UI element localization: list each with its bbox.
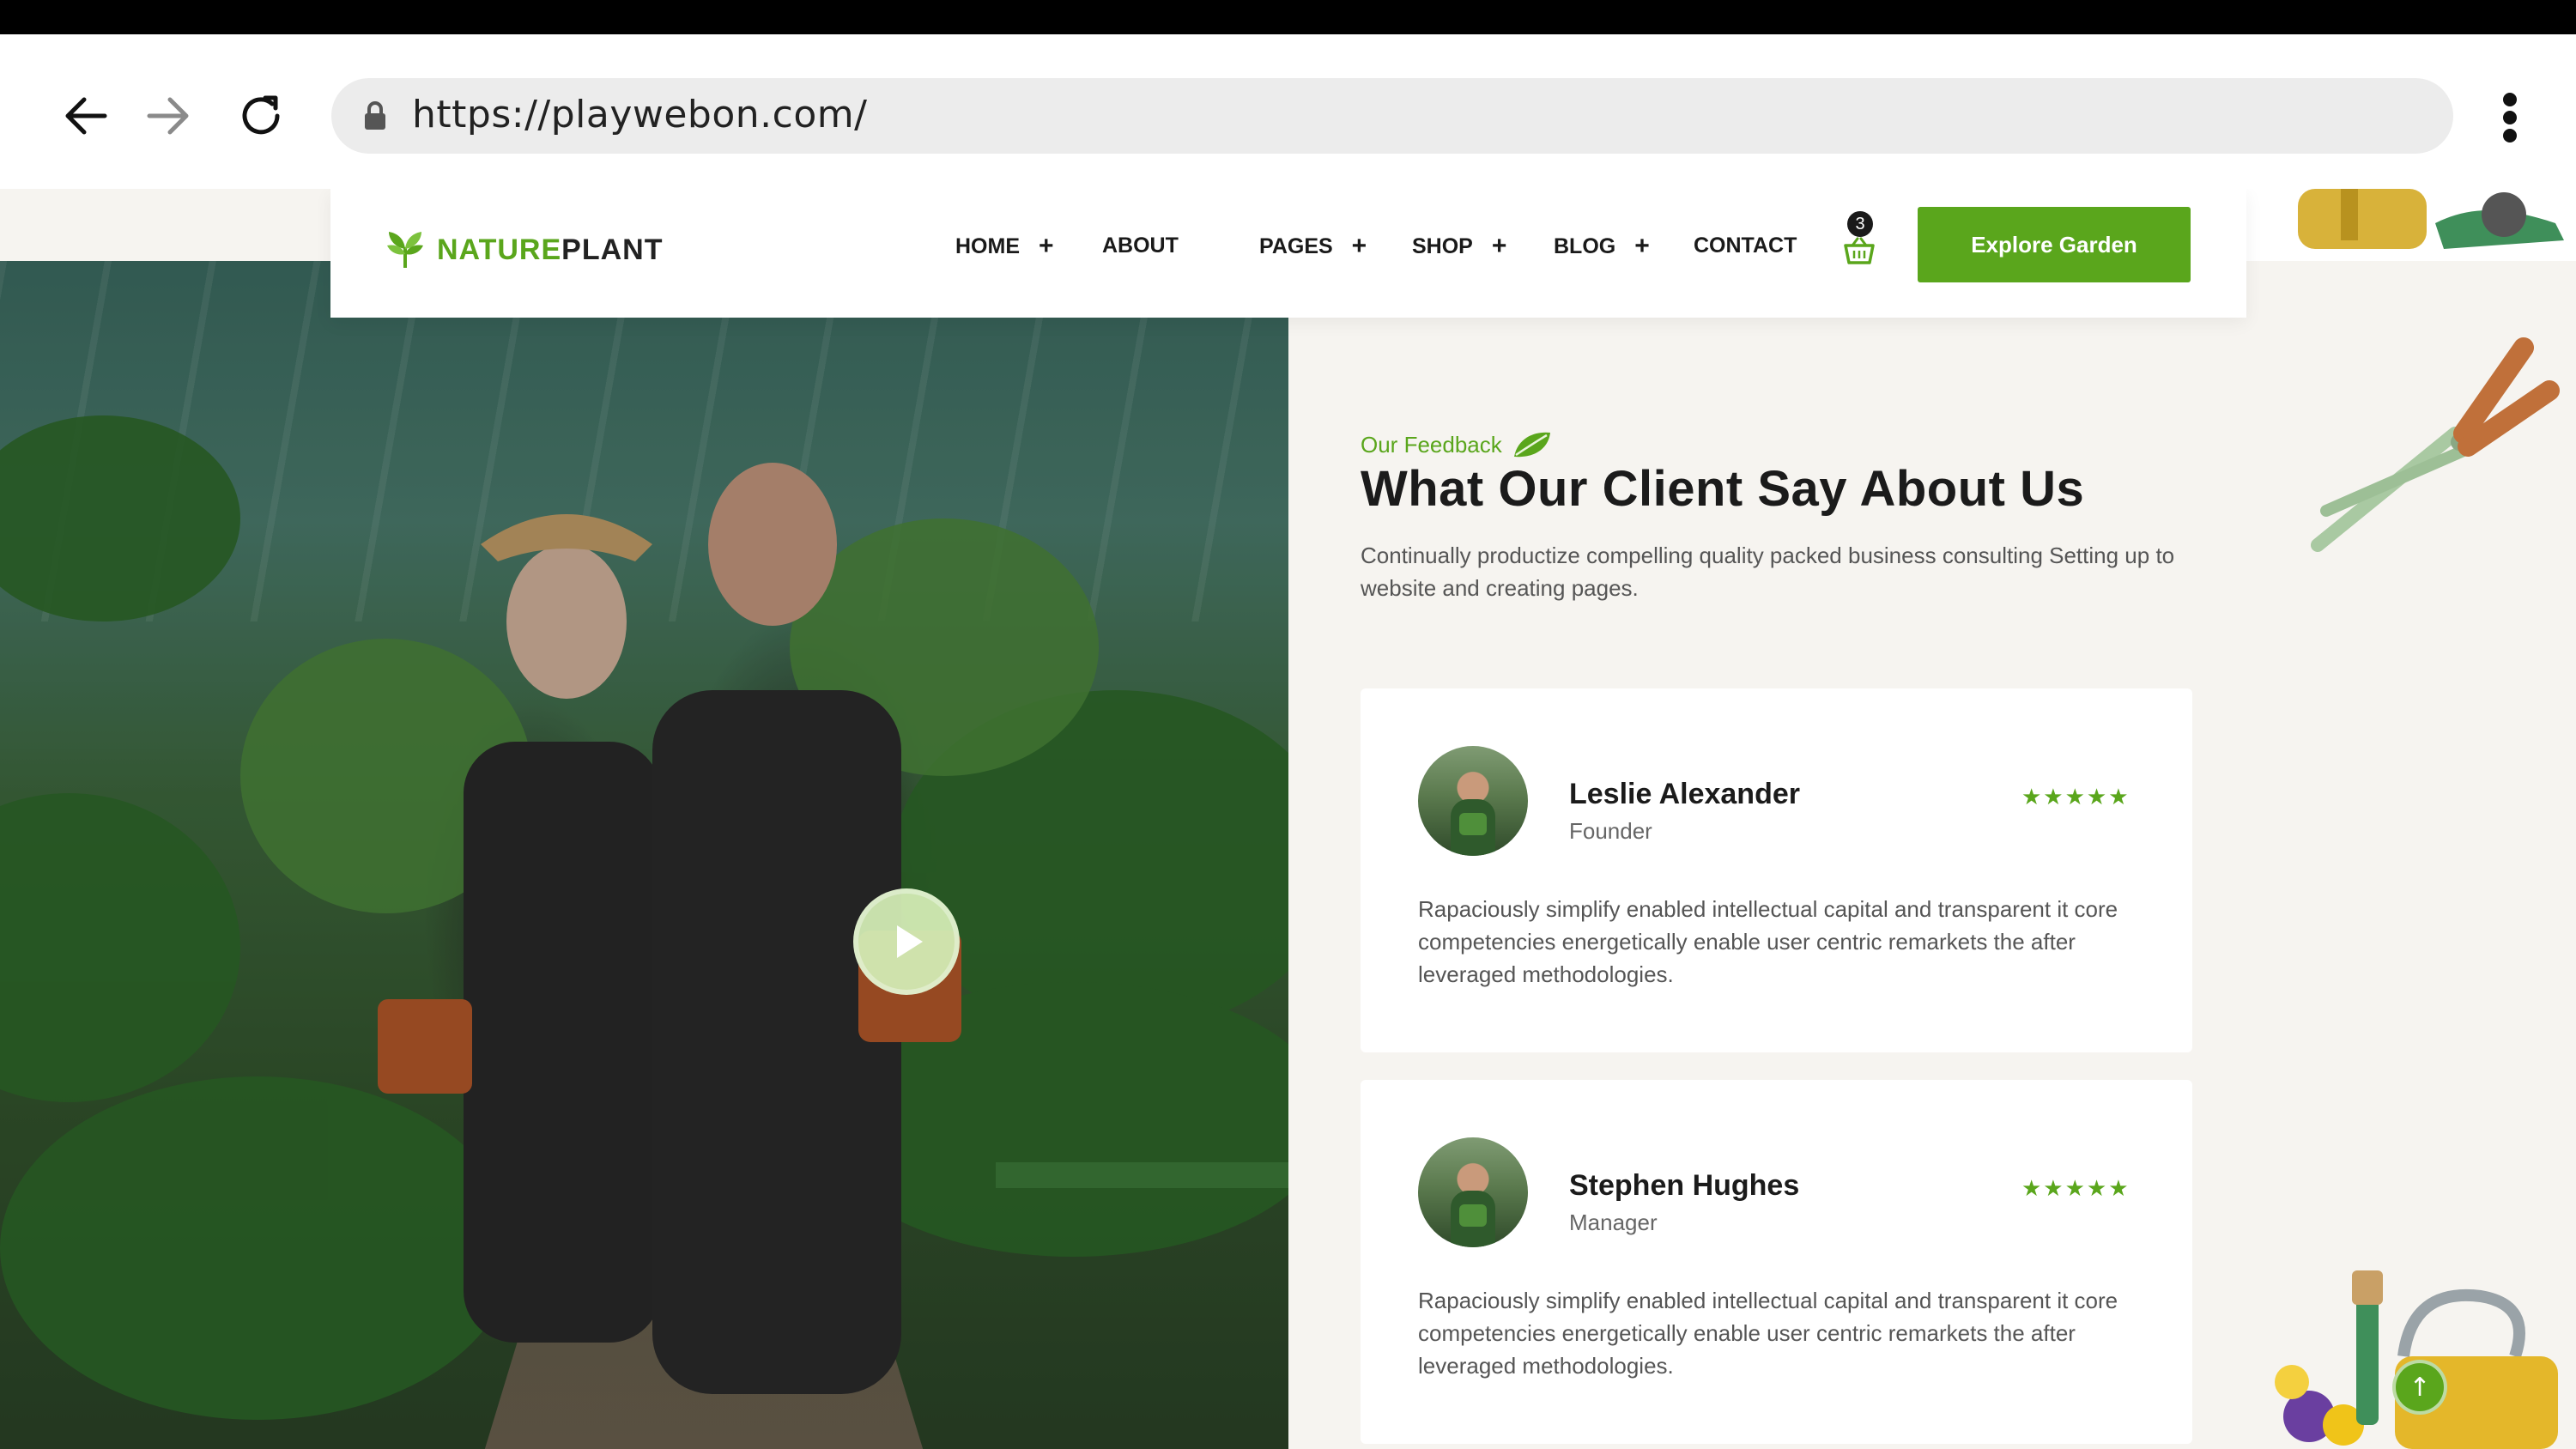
system-top-strip [0,0,2576,34]
watering-can-icon [2298,189,2564,249]
plus-icon: + [1491,232,1507,260]
testimonial-role: Founder [1569,818,1652,844]
gardeners-video-thumbnail[interactable] [0,261,1288,1449]
back-arrow-icon [65,97,107,135]
testimonial-name: Stephen Hughes [1569,1169,1800,1202]
testimonial-name: Leslie Alexander [1569,778,1800,810]
avatar [1418,1137,1528,1247]
nav-blog[interactable]: BLOG + [1554,233,1650,259]
nav-contact[interactable]: CONTACT [1694,233,1797,258]
cart-button[interactable]: 3 [1840,211,1892,280]
plus-icon: + [1351,232,1367,260]
star-rating-icon: ★★★★★ [2021,1176,2131,1202]
reload-button[interactable] [233,84,288,148]
cart-count-badge: 3 [1847,211,1873,237]
play-icon [897,925,923,958]
lock-icon [365,101,385,130]
leaf-icon [1513,432,1550,458]
reload-icon [242,95,280,135]
forward-button[interactable] [141,84,196,148]
arrow-up-icon: ↑ [2409,1372,2431,1403]
testimonial-quote: Rapaciously simplify enabled intellectua… [1418,896,2118,987]
nav-shop[interactable]: SHOP + [1412,233,1506,259]
scroll-to-top-button[interactable]: ↑ [2392,1360,2447,1415]
logo-text-plant: PLANT [561,233,664,266]
garden-shears-decoration [2311,337,2560,552]
explore-garden-button[interactable]: Explore Garden [1918,207,2191,282]
star-rating-icon: ★★★★★ [2021,785,2131,810]
site-logo[interactable]: NATUREPLANT [384,228,663,271]
plus-icon: + [1634,232,1650,260]
section-intro: Continually productize compelling qualit… [1361,543,2175,601]
avatar [1418,746,1528,856]
section-eyebrow: Our Feedback [1361,427,1554,462]
nav-pages[interactable]: PAGES + [1259,233,1367,259]
web-page: NATUREPLANT HOME + ABOUT PAGES + SHOP + BLO… [0,189,2576,1449]
play-video-button[interactable] [853,888,960,995]
forward-arrow-icon [147,97,189,135]
nav-about[interactable]: ABOUT [1102,233,1179,258]
url-text[interactable]: https://playwebon.com/ [412,93,867,136]
basket-icon [1844,237,1875,264]
nav-home[interactable]: HOME + [955,233,1054,259]
plus-icon: + [1039,232,1054,260]
browser-menu-button[interactable] [2489,86,2532,149]
testimonial-quote: Rapaciously simplify enabled intellectua… [1418,1288,2118,1379]
leaf-logo-icon [387,232,423,268]
back-button[interactable] [58,84,113,148]
section-title: What Our Client Say About Us [1361,461,2085,517]
testimonial-card: Stephen Hughes Manager ★★★★★ Rapaciously… [1361,1080,2192,1444]
testimonial-card: Leslie Alexander Founder ★★★★★ Rapacious… [1361,688,2192,1052]
garden-tools-decoration [2246,189,2576,261]
testimonial-role: Manager [1569,1210,1658,1235]
logo-text-nature: NATURE [437,233,562,266]
site-header: NATUREPLANT HOME + ABOUT PAGES + SHOP + BLO… [330,189,2246,318]
kebab-menu-icon [2503,93,2517,106]
